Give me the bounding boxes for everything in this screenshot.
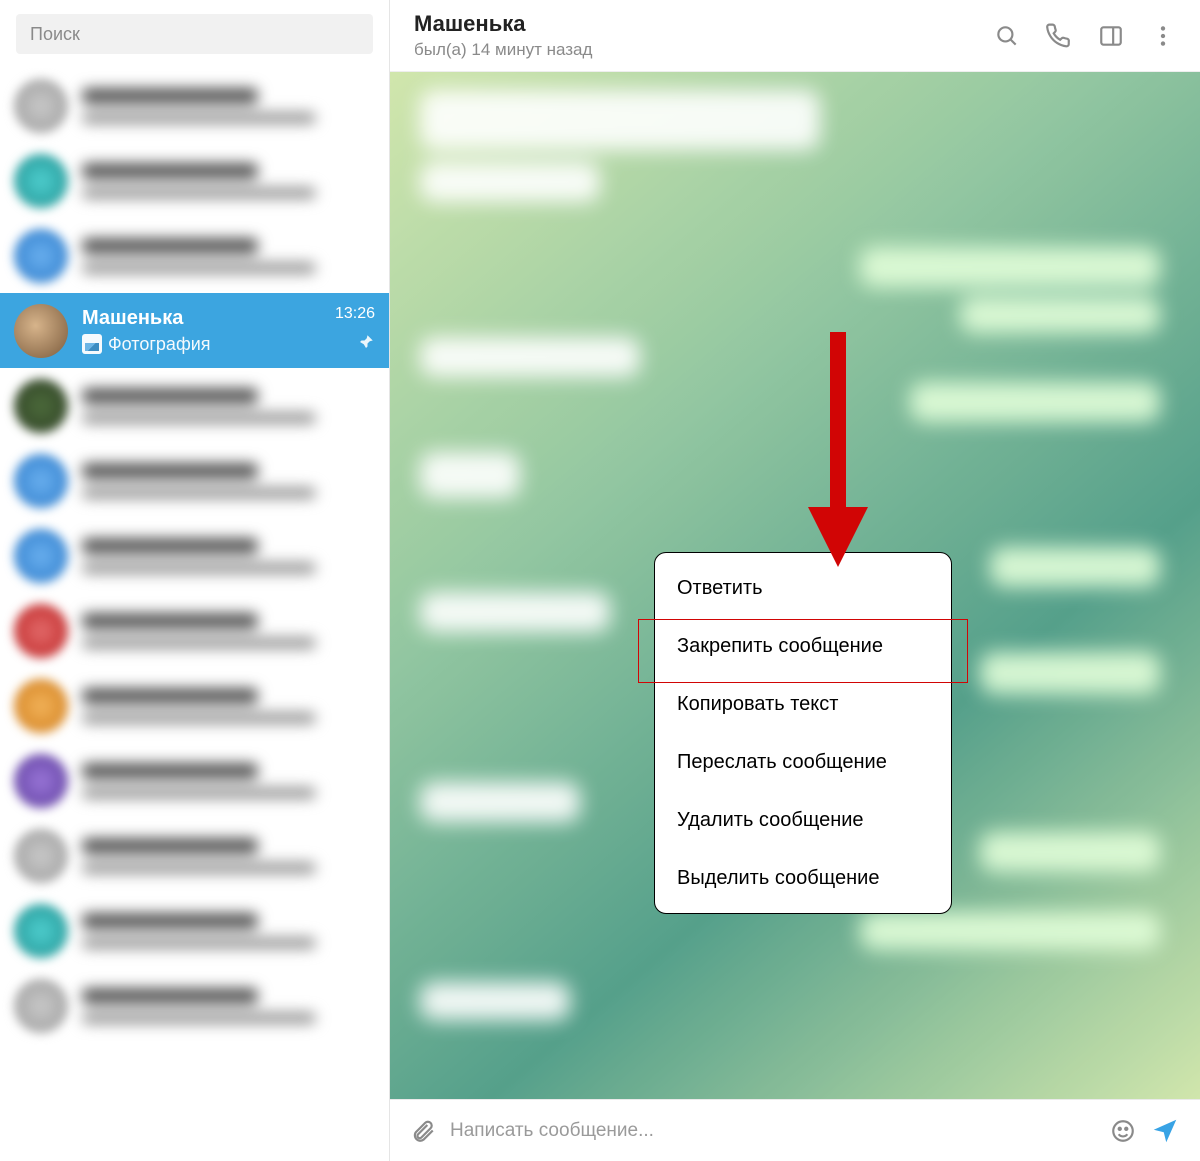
emoji-icon[interactable] xyxy=(1110,1118,1136,1144)
more-icon[interactable] xyxy=(1150,23,1176,49)
chat-preview-blurred xyxy=(82,913,375,949)
send-button[interactable] xyxy=(1150,1116,1180,1146)
ctx-reply[interactable]: Ответить xyxy=(655,559,951,617)
chat-preview-blurred xyxy=(82,838,375,874)
photo-icon xyxy=(82,334,102,354)
chat-body[interactable]: Ответить Закрепить сообщение Копировать … xyxy=(390,72,1200,1099)
list-item[interactable] xyxy=(0,743,389,818)
chat-preview-blurred xyxy=(82,538,375,574)
attach-icon[interactable] xyxy=(410,1118,436,1144)
list-item[interactable] xyxy=(0,68,389,143)
chat-preview-blurred xyxy=(82,763,375,799)
avatar xyxy=(14,979,68,1033)
pin-icon xyxy=(357,333,375,356)
list-item[interactable] xyxy=(0,518,389,593)
list-item[interactable] xyxy=(0,593,389,668)
avatar xyxy=(14,79,68,133)
chat-name: Машенька xyxy=(82,307,375,330)
ctx-forward[interactable]: Переслать сообщение xyxy=(655,733,951,791)
ctx-select[interactable]: Выделить сообщение xyxy=(655,849,951,907)
list-item[interactable] xyxy=(0,368,389,443)
avatar xyxy=(14,154,68,208)
chat-status: был(а) 14 минут назад xyxy=(414,40,994,60)
chat-preview-blurred xyxy=(82,163,375,199)
chat-title: Машенька xyxy=(414,11,994,37)
chat-preview-blurred xyxy=(82,238,375,274)
avatar xyxy=(14,829,68,883)
list-item[interactable] xyxy=(0,143,389,218)
avatar xyxy=(14,904,68,958)
search-wrap xyxy=(0,0,389,68)
avatar xyxy=(14,679,68,733)
avatar xyxy=(14,754,68,808)
header-actions xyxy=(994,23,1176,49)
list-item[interactable] xyxy=(0,218,389,293)
list-item[interactable] xyxy=(0,668,389,743)
avatar xyxy=(14,529,68,583)
chat-time: 13:26 xyxy=(335,305,375,323)
sidebar-toggle-icon[interactable] xyxy=(1098,23,1124,49)
chat-list[interactable]: Машенька Фотография 13:26 xyxy=(0,68,389,1161)
chat-preview-blurred xyxy=(82,388,375,424)
chat-preview-blurred xyxy=(82,688,375,724)
chat-preview-blurred xyxy=(82,613,375,649)
avatar xyxy=(14,454,68,508)
search-icon[interactable] xyxy=(994,23,1020,49)
chat-preview-blurred xyxy=(82,463,375,499)
avatar xyxy=(14,229,68,283)
chat-preview-label: Фотография xyxy=(108,334,211,355)
chat-preview-blurred xyxy=(82,88,375,124)
call-icon[interactable] xyxy=(1046,23,1072,49)
header-titles[interactable]: Машенька был(а) 14 минут назад xyxy=(414,11,994,60)
app-root: Машенька Фотография 13:26 xyxy=(0,0,1200,1161)
sidebar: Машенька Фотография 13:26 xyxy=(0,0,390,1161)
ctx-copy-text[interactable]: Копировать текст xyxy=(655,675,951,733)
avatar xyxy=(14,379,68,433)
composer xyxy=(390,1099,1200,1161)
main-panel: Машенька был(а) 14 минут назад xyxy=(390,0,1200,1161)
message-input[interactable] xyxy=(450,1120,1096,1142)
context-menu: Ответить Закрепить сообщение Копировать … xyxy=(654,552,952,914)
chat-preview: Машенька Фотография xyxy=(82,307,375,355)
chat-header: Машенька был(а) 14 минут назад xyxy=(390,0,1200,72)
search-input[interactable] xyxy=(16,14,373,54)
list-item[interactable] xyxy=(0,968,389,1043)
avatar xyxy=(14,604,68,658)
ctx-pin-message[interactable]: Закрепить сообщение xyxy=(655,617,951,675)
sidebar-item-selected[interactable]: Машенька Фотография 13:26 xyxy=(0,293,389,368)
list-item[interactable] xyxy=(0,893,389,968)
list-item[interactable] xyxy=(0,818,389,893)
ctx-delete[interactable]: Удалить сообщение xyxy=(655,791,951,849)
chat-preview-blurred xyxy=(82,988,375,1024)
avatar xyxy=(14,304,68,358)
list-item[interactable] xyxy=(0,443,389,518)
